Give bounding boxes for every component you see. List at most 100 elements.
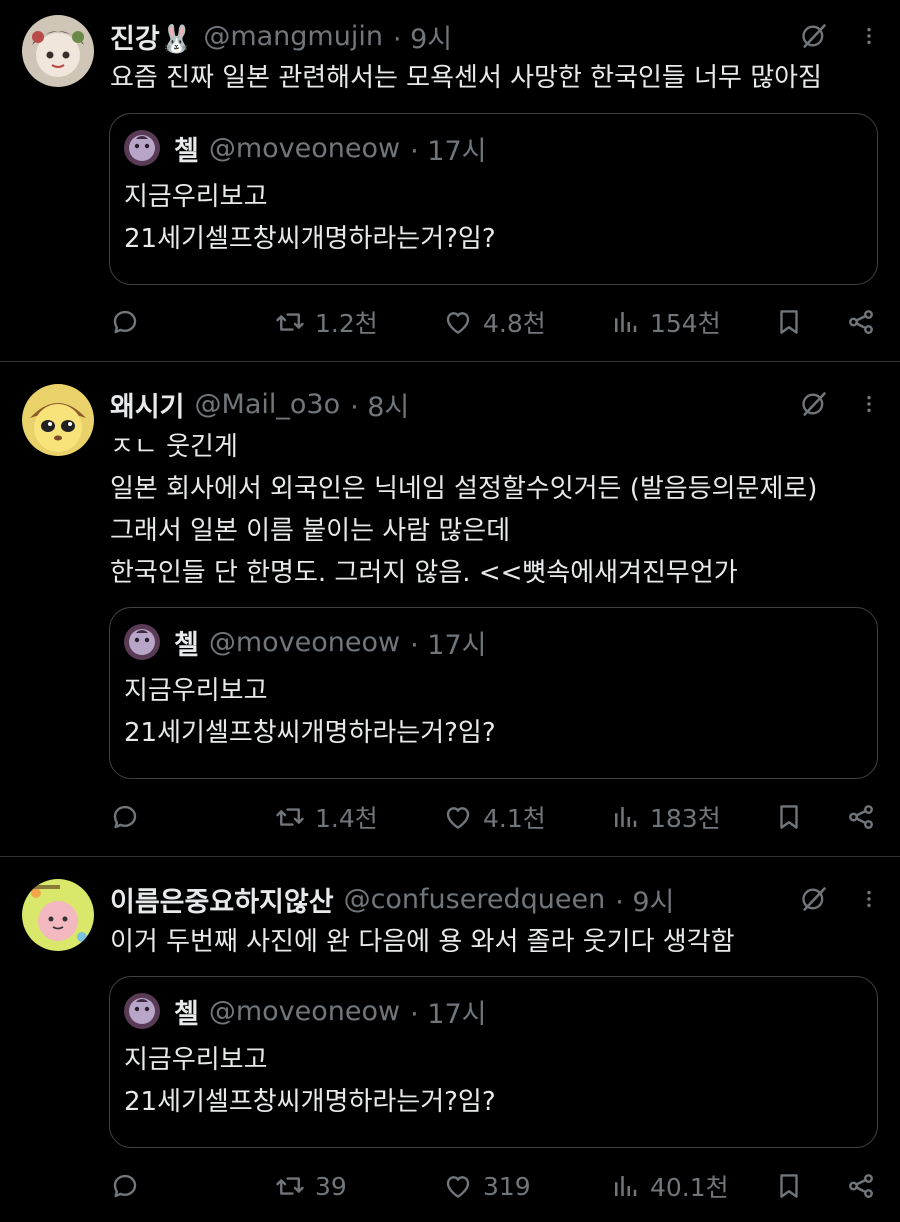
share-icon [846, 307, 876, 337]
quoted-avatar [124, 130, 160, 166]
like-button[interactable]: 4.8천 [443, 300, 546, 344]
reply-button[interactable] [110, 795, 140, 839]
reply-button[interactable] [110, 300, 140, 344]
like-count: 4.1천 [483, 804, 546, 833]
more-options-icon[interactable] [858, 23, 880, 49]
like-button[interactable]: 4.1천 [443, 795, 546, 839]
quoted-author-name: 첼 [174, 998, 199, 1030]
retweet-button[interactable]: 39 [275, 1164, 347, 1208]
tweet-time[interactable]: · 9시 [393, 17, 452, 56]
like-icon [443, 307, 473, 337]
reply-icon [110, 802, 140, 832]
author-name[interactable]: 이름은중요하지않산 [110, 880, 334, 919]
views-icon [610, 802, 640, 832]
tweet-line: ㅈㄴ 웃긴게 [110, 432, 238, 462]
tweet-line: 일본 회사에서 외국인은 닉네임 설정할수잇거든 (발음등의문제로) [110, 474, 818, 504]
quoted-line: 지금우리보고 [124, 1045, 268, 1075]
quoted-time: · 17시 [410, 998, 487, 1030]
share-button[interactable] [846, 1164, 876, 1208]
retweet-icon [275, 1171, 305, 1201]
grok-icon[interactable] [800, 22, 828, 50]
bookmark-icon [774, 307, 804, 337]
like-icon [443, 802, 473, 832]
retweet-button[interactable]: 1.4천 [275, 795, 378, 839]
action-bar: 39 319 40.1천 [110, 1164, 878, 1208]
views-icon [610, 307, 640, 337]
reply-icon [110, 1171, 140, 1201]
quoted-line: 지금우리보고 [124, 676, 268, 706]
author-name[interactable]: 왜시기 [110, 385, 185, 424]
reply-button[interactable] [110, 1164, 140, 1208]
retweet-icon [275, 307, 305, 337]
tweet-text: ㅈㄴ 웃긴게 일본 회사에서 외국인은 닉네임 설정할수잇거든 (발음등의문제로… [110, 426, 880, 594]
grok-icon[interactable] [800, 885, 828, 913]
author-handle[interactable]: @Mail_o3o [195, 389, 341, 420]
bookmark-icon [774, 802, 804, 832]
quoted-tweet[interactable]: 첼 @moveoneow · 17시 지금우리보고 21세기셀프창씨개명하라는거… [109, 113, 878, 285]
quoted-line: 21세기셀프창씨개명하라는거?임? [124, 718, 496, 748]
tweet-header: 진강🐰 @mangmujin · 9시 [110, 16, 880, 56]
share-button[interactable] [846, 300, 876, 344]
author-handle[interactable]: @mangmujin [203, 21, 383, 52]
more-options-icon[interactable] [858, 886, 880, 912]
quoted-text: 지금우리보고 21세기셀프창씨개명하라는거?임? [124, 176, 496, 260]
quoted-avatar [124, 624, 160, 660]
tweet[interactable]: 이름은중요하지않산 @confuseredqueen · 9시 이거 두번째 사… [0, 857, 900, 1222]
quoted-text: 지금우리보고 21세기셀프창씨개명하라는거?임? [124, 1039, 496, 1123]
quoted-avatar [124, 993, 160, 1029]
views-count: 40.1천 [650, 1173, 729, 1202]
views-button[interactable]: 183천 [610, 795, 721, 839]
quoted-line: 21세기셀프창씨개명하라는거?임? [124, 224, 496, 254]
share-icon [846, 802, 876, 832]
quoted-author-handle: @moveoneow [208, 995, 401, 1027]
tweet-header: 왜시기 @Mail_o3o · 8시 [110, 384, 880, 424]
quoted-line: 지금우리보고 [124, 182, 268, 212]
tweet-header: 이름은중요하지않산 @confuseredqueen · 9시 [110, 879, 880, 919]
retweet-button[interactable]: 1.2천 [275, 300, 378, 344]
bookmark-button[interactable] [774, 300, 804, 344]
share-button[interactable] [846, 795, 876, 839]
avatar[interactable] [22, 879, 94, 951]
like-icon [443, 1171, 473, 1201]
bookmark-button[interactable] [774, 795, 804, 839]
quoted-author-handle: @moveoneow [208, 626, 401, 658]
author-name[interactable]: 진강🐰 [110, 17, 193, 56]
retweet-count: 39 [315, 1171, 347, 1201]
action-bar: 1.4천 4.1천 183천 [110, 795, 878, 839]
tweet[interactable]: 진강🐰 @mangmujin · 9시 요즘 진짜 일본 관련해서는 모욕센서 … [0, 0, 900, 362]
quoted-time: · 17시 [410, 135, 487, 167]
share-icon [846, 1171, 876, 1201]
avatar[interactable] [22, 384, 94, 456]
retweet-count: 1.4천 [315, 804, 378, 833]
views-count: 154천 [650, 309, 721, 338]
retweet-icon [275, 802, 305, 832]
bookmark-button[interactable] [774, 1164, 804, 1208]
grok-icon[interactable] [800, 390, 828, 418]
author-handle[interactable]: @confuseredqueen [344, 884, 606, 915]
tweet-line: 그래서 일본 이름 붙이는 사람 많은데 [110, 516, 511, 546]
more-options-icon[interactable] [858, 391, 880, 417]
quoted-line: 21세기셀프창씨개명하라는거?임? [124, 1087, 496, 1117]
like-button[interactable]: 319 [443, 1164, 531, 1208]
tweet-time[interactable]: · 9시 [615, 880, 674, 919]
reply-icon [110, 307, 140, 337]
tweet-time[interactable]: · 8시 [350, 385, 409, 424]
quoted-tweet[interactable]: 첼 @moveoneow · 17시 지금우리보고 21세기셀프창씨개명하라는거… [109, 976, 878, 1148]
quoted-text: 지금우리보고 21세기셀프창씨개명하라는거?임? [124, 670, 496, 754]
tweet-line: 한국인들 단 한명도. 그러지 않음. <<뼛속에새겨진무언가 [110, 558, 738, 588]
views-button[interactable]: 40.1천 [610, 1164, 729, 1208]
views-count: 183천 [650, 804, 721, 833]
action-bar: 1.2천 4.8천 154천 [110, 300, 878, 344]
quoted-author-handle: @moveoneow [208, 132, 401, 164]
tweet-line: 요즘 진짜 일본 관련해서는 모욕센서 사망한 한국인들 너무 많아짐 [110, 63, 822, 93]
quoted-tweet[interactable]: 첼 @moveoneow · 17시 지금우리보고 21세기셀프창씨개명하라는거… [109, 607, 878, 779]
tweet[interactable]: 왜시기 @Mail_o3o · 8시 ㅈㄴ 웃긴게 일본 회사에서 외국인은 닉… [0, 362, 900, 857]
quoted-author-name: 첼 [174, 629, 199, 661]
tweet-text: 이거 두번째 사진에 완 다음에 용 와서 졸라 웃기다 생각함 [110, 921, 880, 963]
tweet-line: 이거 두번째 사진에 완 다음에 용 와서 졸라 웃기다 생각함 [110, 927, 735, 957]
like-count: 319 [483, 1171, 531, 1201]
avatar[interactable] [22, 15, 94, 87]
quoted-time: · 17시 [410, 629, 487, 661]
views-button[interactable]: 154천 [610, 300, 721, 344]
like-count: 4.8천 [483, 309, 546, 338]
